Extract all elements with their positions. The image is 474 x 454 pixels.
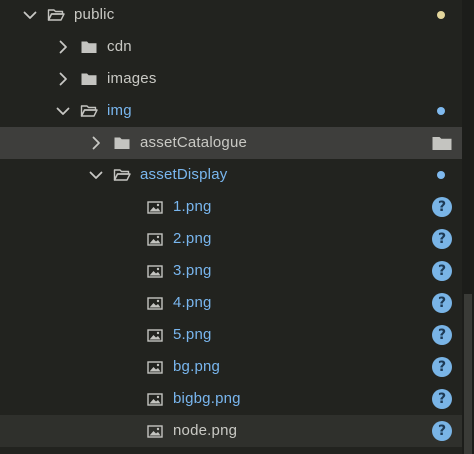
folder-icon xyxy=(81,73,97,85)
chevron-down-icon[interactable] xyxy=(55,103,71,119)
tree-item-label: assetCatalogue xyxy=(140,134,248,151)
untracked-status-badge: ? xyxy=(432,229,452,249)
tree-folder-row[interactable]: assetCatalogue xyxy=(0,127,462,159)
tree-item-label: 2.png xyxy=(173,230,212,247)
file-explorer-tree: public cdn images img assetCatalogue assetDis… xyxy=(0,0,474,454)
image-file-icon xyxy=(147,329,163,342)
untracked-status-badge: ? xyxy=(432,293,452,313)
tree-item-label: cdn xyxy=(107,38,132,55)
untracked-status-badge: ? xyxy=(432,261,452,281)
tree-item-label: public xyxy=(74,6,115,23)
tree-file-row[interactable]: bg.png? xyxy=(0,351,462,383)
git-status-dot xyxy=(437,107,445,115)
folder-open-icon xyxy=(113,169,131,181)
tree-item-label: 1.png xyxy=(173,198,212,215)
image-file-icon xyxy=(147,233,163,246)
chevron-right-icon[interactable] xyxy=(88,135,104,151)
tree-folder-row[interactable]: images xyxy=(0,63,462,95)
tree-file-row[interactable]: 4.png? xyxy=(0,287,462,319)
tree-item-label: images xyxy=(107,70,157,87)
tree-file-row[interactable]: 2.png? xyxy=(0,223,462,255)
tree-folder-row[interactable]: assetDisplay xyxy=(0,159,462,191)
chevron-down-icon[interactable] xyxy=(88,167,104,183)
untracked-status-badge: ? xyxy=(432,325,452,345)
tree-file-row[interactable]: 5.png? xyxy=(0,319,462,351)
git-status-dot xyxy=(437,11,445,19)
tree-item-label: 5.png xyxy=(173,326,212,343)
untracked-status-badge: ? xyxy=(432,421,452,441)
tree-file-row[interactable]: node.png? xyxy=(0,415,462,447)
tree-folder-row[interactable]: public xyxy=(0,0,462,31)
new-folder-action-icon[interactable] xyxy=(431,134,453,152)
tree-file-row[interactable]: 1.png? xyxy=(0,191,462,223)
image-file-icon xyxy=(147,361,163,374)
git-status-dot xyxy=(437,171,445,179)
folder-open-icon xyxy=(47,9,65,21)
scrollbar-thumb[interactable] xyxy=(464,294,472,454)
tree-folder-row[interactable]: cdn xyxy=(0,31,462,63)
image-file-icon xyxy=(147,393,163,406)
folder-icon xyxy=(81,41,97,53)
tree-item-label: 3.png xyxy=(173,262,212,279)
tree-item-label: 4.png xyxy=(173,294,212,311)
tree-file-row[interactable]: 3.png? xyxy=(0,255,462,287)
tree-file-row[interactable]: bigbg.png? xyxy=(0,383,462,415)
folder-open-icon xyxy=(80,105,98,117)
tree-item-label: bg.png xyxy=(173,358,221,375)
chevron-down-icon[interactable] xyxy=(22,7,38,23)
untracked-status-badge: ? xyxy=(432,389,452,409)
untracked-status-badge: ? xyxy=(432,357,452,377)
folder-icon xyxy=(114,137,130,149)
image-file-icon xyxy=(147,201,163,214)
image-file-icon xyxy=(147,425,163,438)
tree-item-label: bigbg.png xyxy=(173,390,241,407)
image-file-icon xyxy=(147,265,163,278)
tree-folder-row[interactable]: img xyxy=(0,95,462,127)
image-file-icon xyxy=(147,297,163,310)
chevron-right-icon[interactable] xyxy=(55,71,71,87)
tree-item-label: img xyxy=(107,102,132,119)
scrollbar[interactable] xyxy=(462,0,474,454)
tree-item-label: assetDisplay xyxy=(140,166,228,183)
chevron-right-icon[interactable] xyxy=(55,39,71,55)
tree-item-label: node.png xyxy=(173,422,238,439)
untracked-status-badge: ? xyxy=(432,197,452,217)
